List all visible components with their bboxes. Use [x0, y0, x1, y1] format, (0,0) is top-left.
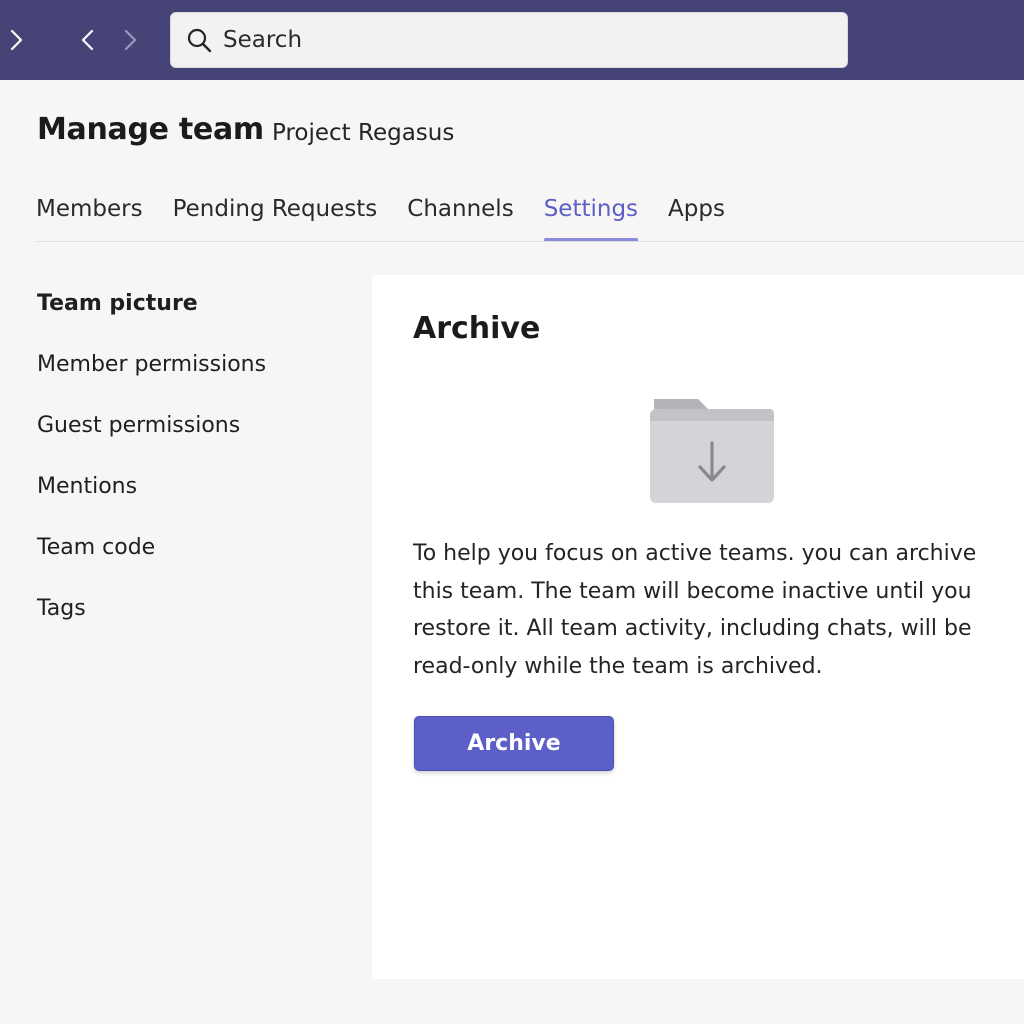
- settings-item-team-code[interactable]: Team code: [37, 532, 357, 593]
- settings-item-tags[interactable]: Tags: [37, 593, 357, 654]
- archive-panel: Archive To help you focus on active team…: [372, 275, 1024, 979]
- top-bar: [0, 0, 1024, 80]
- search-icon: [185, 26, 213, 54]
- settings-item-guest-permissions[interactable]: Guest permissions: [37, 410, 357, 471]
- tab-channels[interactable]: Channels: [407, 196, 513, 242]
- search-input[interactable]: [223, 27, 803, 53]
- archive-description: To help you focus on active teams. you c…: [413, 541, 977, 679]
- settings-nav: Team picture Member permissions Guest pe…: [37, 288, 357, 654]
- expand-chevron-right-icon[interactable]: [0, 24, 32, 56]
- settings-item-member-permissions[interactable]: Member permissions: [37, 349, 357, 410]
- tab-members[interactable]: Members: [36, 196, 143, 242]
- search-box[interactable]: [170, 12, 848, 68]
- folder-download-icon: [650, 395, 774, 503]
- tab-apps[interactable]: Apps: [668, 196, 725, 242]
- page-title: Manage team: [37, 112, 264, 147]
- tab-settings[interactable]: Settings: [543, 196, 639, 242]
- archive-title: Archive: [413, 311, 541, 346]
- back-chevron-left-icon[interactable]: [72, 24, 104, 56]
- tabs-divider: [36, 241, 1024, 242]
- tab-bar: Members Pending Requests Channels Settin…: [36, 196, 755, 242]
- team-name: Project Regasus: [272, 120, 455, 146]
- tab-pending-requests[interactable]: Pending Requests: [173, 196, 378, 242]
- settings-item-mentions[interactable]: Mentions: [37, 471, 357, 532]
- forward-chevron-right-icon[interactable]: [114, 24, 146, 56]
- archive-button[interactable]: Archive: [414, 716, 614, 771]
- settings-item-team-picture[interactable]: Team picture: [37, 288, 357, 349]
